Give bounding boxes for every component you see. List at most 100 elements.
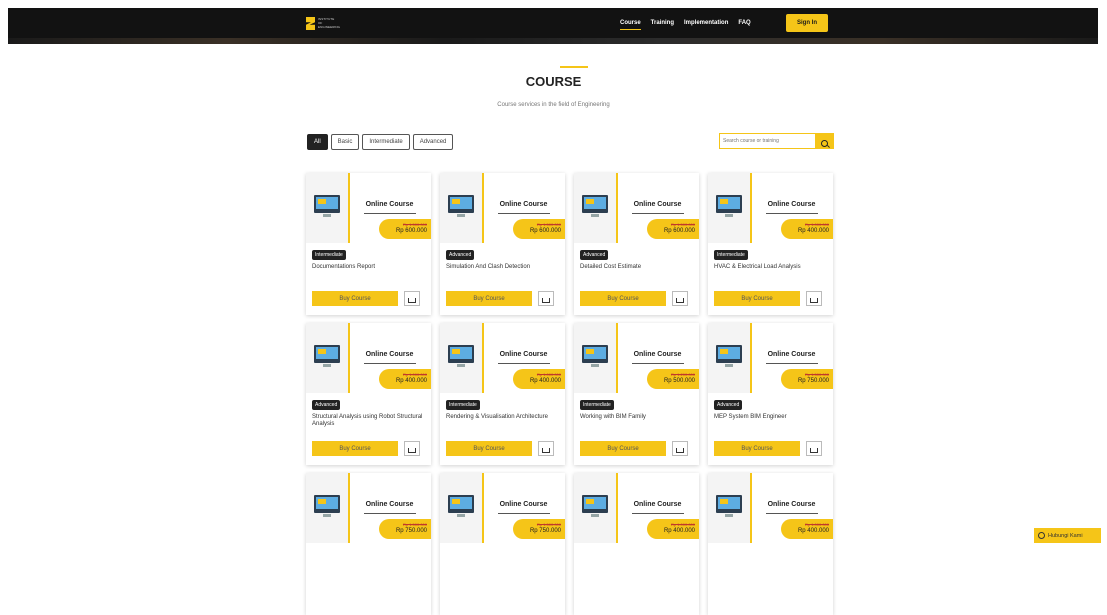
thumbnail-underline (498, 513, 550, 514)
filter-basic-button[interactable]: Basic (330, 134, 360, 150)
price-badge: Rp 1.000.000 Rp 400.000 (781, 519, 833, 539)
course-name[interactable]: HVAC & Electrical Load Analysis (714, 264, 826, 271)
search-button[interactable] (815, 133, 834, 149)
discount-price: Rp 750.000 (529, 528, 561, 534)
course-card[interactable]: Online Course Rp 1.500.000 Rp 600.000 In… (306, 173, 431, 315)
course-name[interactable]: Documentations Report (312, 264, 424, 271)
original-price: Rp 1.000.000 (804, 222, 829, 227)
add-to-cart-button[interactable] (672, 291, 688, 306)
monitor-icon (716, 345, 742, 363)
navbar-background-strip (8, 38, 1098, 44)
title-accent-line (560, 66, 588, 68)
buy-course-button[interactable]: Buy Course (312, 291, 398, 306)
search-icon (821, 139, 828, 147)
monitor-stand (725, 514, 733, 517)
page-subtitle: Course services in the field of Engineer… (497, 102, 610, 108)
add-to-cart-button[interactable] (806, 291, 822, 306)
course-thumbnail: Online Course Rp 1.000.000 Rp 400.000 (440, 323, 565, 393)
add-to-cart-button[interactable] (806, 441, 822, 456)
navbar: INSTITUTE OF ENGINEERING Course Training… (8, 8, 1098, 44)
search-input[interactable] (719, 133, 815, 149)
cart-icon (810, 298, 818, 303)
discount-price: Rp 600.000 (529, 228, 561, 234)
nav-link-training[interactable]: Training (651, 20, 674, 26)
original-price: Rp 1.500.000 (536, 522, 561, 527)
cart-icon (810, 448, 818, 453)
sign-in-button[interactable]: Sign In (786, 14, 828, 32)
course-card[interactable]: Online Course Rp 1.500.000 Rp 750.000 (440, 473, 565, 615)
add-to-cart-button[interactable] (538, 291, 554, 306)
course-card[interactable]: Online Course Rp 1.500.000 Rp 750.000 Ad… (708, 323, 833, 465)
buy-course-button[interactable]: Buy Course (714, 441, 800, 456)
monitor-icon (582, 345, 608, 363)
original-price: Rp 1.000.000 (536, 372, 561, 377)
filter-intermediate-button[interactable]: Intermediate (362, 134, 410, 150)
monitor-stand (725, 214, 733, 217)
thumbnail-title: Online Course (633, 201, 682, 208)
course-name[interactable]: Simulation And Clash Detection (446, 264, 558, 271)
course-name[interactable]: Rendering & Visualisation Architecture (446, 414, 558, 421)
buy-course-button[interactable]: Buy Course (446, 441, 532, 456)
thumbnail-underline (632, 213, 684, 214)
cart-icon (408, 298, 416, 303)
course-card[interactable]: Online Course Rp 1.500.000 Rp 600.000 Ad… (574, 173, 699, 315)
level-badge: Intermediate (312, 250, 346, 260)
cart-icon (408, 448, 416, 453)
course-name[interactable]: Detailed Cost Estimate (580, 264, 692, 271)
buy-course-button[interactable]: Buy Course (714, 291, 800, 306)
original-price: Rp 1.000.000 (670, 522, 695, 527)
original-price: Rp 1.000.000 (804, 522, 829, 527)
course-thumbnail: Online Course Rp 1.000.000 Rp 400.000 (708, 473, 833, 543)
contact-us-label: Hubungi Kami (1048, 532, 1083, 539)
course-card[interactable]: Online Course Rp 1.200.000 Rp 500.000 In… (574, 323, 699, 465)
monitor-icon (448, 345, 474, 363)
buy-course-button[interactable]: Buy Course (312, 441, 398, 456)
course-card[interactable]: Online Course Rp 1.000.000 Rp 400.000 In… (708, 173, 833, 315)
filter-advanced-button[interactable]: Advanced (412, 134, 454, 150)
course-card[interactable]: Online Course Rp 1.500.000 Rp 750.000 (306, 473, 431, 615)
price-badge: Rp 1.000.000 Rp 400.000 (781, 219, 833, 239)
monitor-icon (314, 195, 340, 213)
thumbnail-underline (632, 513, 684, 514)
nav-link-faq[interactable]: FAQ (738, 20, 750, 26)
buy-course-button[interactable]: Buy Course (446, 291, 532, 306)
add-to-cart-button[interactable] (672, 441, 688, 456)
price-badge: Rp 1.500.000 Rp 750.000 (379, 519, 431, 539)
thumbnail-title: Online Course (365, 351, 414, 358)
search-bar (719, 133, 835, 149)
buy-course-button[interactable]: Buy Course (580, 291, 666, 306)
course-card[interactable]: Online Course Rp 1.000.000 Rp 400.000 (574, 473, 699, 615)
thumbnail-title: Online Course (633, 351, 682, 358)
thumbnail-underline (766, 213, 818, 214)
thumbnail-underline (766, 513, 818, 514)
original-price: Rp 1.000.000 (402, 372, 427, 377)
original-price: Rp 1.500.000 (804, 372, 829, 377)
course-card[interactable]: Online Course Rp 1.000.000 Rp 400.000 (708, 473, 833, 615)
course-name[interactable]: MEP System BIM Engineer (714, 414, 826, 421)
nav-link-implementation[interactable]: Implementation (684, 20, 728, 26)
course-card[interactable]: Online Course Rp 1.500.000 Rp 600.000 Ad… (440, 173, 565, 315)
filter-all-button[interactable]: All (307, 134, 328, 150)
level-badge: Advanced (580, 250, 609, 260)
add-to-cart-button[interactable] (404, 291, 420, 306)
thumbnail-title: Online Course (499, 201, 548, 208)
monitor-icon (582, 495, 608, 513)
monitor-icon (314, 495, 340, 513)
thumbnail-underline (364, 363, 416, 364)
contact-us-button[interactable]: Hubungi Kami (1034, 528, 1101, 543)
course-card[interactable]: Online Course Rp 1.000.000 Rp 400.000 Ad… (306, 323, 431, 465)
course-name[interactable]: Working with BIM Family (580, 414, 692, 421)
monitor-stand (725, 364, 733, 367)
buy-course-button[interactable]: Buy Course (580, 441, 666, 456)
course-thumbnail: Online Course Rp 1.500.000 Rp 600.000 (306, 173, 431, 243)
logo[interactable]: INSTITUTE OF ENGINEERING (306, 17, 340, 30)
add-to-cart-button[interactable] (404, 441, 420, 456)
monitor-stand (457, 514, 465, 517)
whatsapp-icon (1038, 532, 1045, 539)
course-card[interactable]: Online Course Rp 1.000.000 Rp 400.000 In… (440, 323, 565, 465)
nav-link-course[interactable]: Course (620, 20, 641, 30)
add-to-cart-button[interactable] (538, 441, 554, 456)
discount-price: Rp 750.000 (797, 378, 829, 384)
course-name[interactable]: Structural Analysis using Robot Structur… (312, 414, 424, 428)
monitor-icon (314, 345, 340, 363)
